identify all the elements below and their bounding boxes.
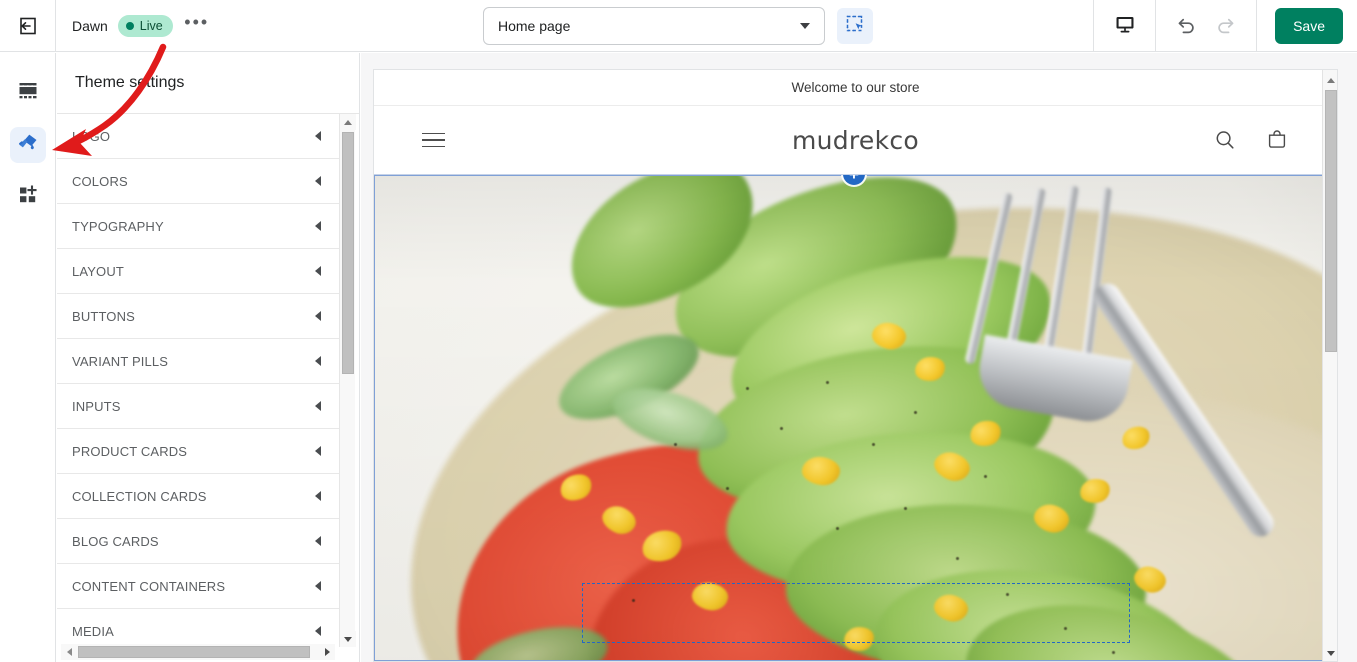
preview-scroll-up-icon[interactable] xyxy=(1323,72,1337,88)
setting-row-collection-cards[interactable]: COLLECTION CARDS xyxy=(57,474,339,519)
page-selector[interactable]: Home page xyxy=(483,7,825,45)
store-header: mudrekco xyxy=(374,106,1337,174)
chevron-left-icon xyxy=(315,581,321,591)
rail-item-theme-settings[interactable] xyxy=(9,127,46,163)
marquee-select-icon xyxy=(845,14,865,39)
chevron-left-icon xyxy=(315,401,321,411)
desktop-icon xyxy=(1114,13,1136,40)
setting-label: TYPOGRAPHY xyxy=(72,218,164,234)
status-dot-icon xyxy=(125,21,134,30)
chevron-left-icon xyxy=(315,311,321,321)
theme-info-group: Dawn Live ••• xyxy=(56,12,211,40)
settings-list: LOGO COLORS TYPOGRAPHY LAYOUT BUTTONS VARIANT… xyxy=(57,114,339,647)
chevron-left-icon xyxy=(315,626,321,636)
chevron-left-icon xyxy=(315,446,321,456)
setting-row-typography[interactable]: TYPOGRAPHY xyxy=(57,204,339,249)
setting-label: BUTTONS xyxy=(72,308,135,324)
marquee-select-tool-button[interactable] xyxy=(837,8,873,44)
sidebar-hscroll-thumb[interactable] xyxy=(78,646,310,658)
chevron-left-icon xyxy=(315,266,321,276)
save-button[interactable]: Save xyxy=(1275,8,1343,44)
theme-settings-sidebar: Theme settings LOGO COLORS TYPOGRAPHY LAYOU… xyxy=(57,53,360,662)
top-bar: Dawn Live ••• Home page Save xyxy=(0,0,1357,52)
setting-row-media[interactable]: MEDIA xyxy=(57,609,339,647)
setting-label: LAYOUT xyxy=(72,263,124,279)
setting-label: VARIANT PILLS xyxy=(72,353,169,369)
status-label: Live xyxy=(139,18,163,33)
setting-label: COLLECTION CARDS xyxy=(72,488,207,504)
left-icon-rail xyxy=(0,53,56,662)
setting-row-content-containers[interactable]: CONTENT CONTAINERS xyxy=(57,564,339,609)
setting-row-logo[interactable]: LOGO xyxy=(57,114,339,159)
preview-area: Welcome to our store mudrekco + xyxy=(361,53,1357,662)
sections-icon xyxy=(16,79,40,108)
image-banner-section[interactable]: Image banner + xyxy=(374,174,1337,661)
setting-label: MEDIA xyxy=(72,623,114,639)
banner-content-block-outline[interactable] xyxy=(582,583,1130,643)
storefront-preview: Welcome to our store mudrekco + xyxy=(373,69,1338,662)
redo-button[interactable] xyxy=(1214,14,1238,38)
chevron-left-icon xyxy=(315,536,321,546)
chevron-left-icon xyxy=(315,491,321,501)
theme-editor-app: Dawn Live ••• Home page Save Theme setti… xyxy=(0,0,1357,662)
store-header-icons xyxy=(1213,128,1289,152)
preview-scroll-thumb[interactable] xyxy=(1325,90,1337,352)
chevron-left-icon xyxy=(315,221,321,231)
setting-row-blog-cards[interactable]: BLOG CARDS xyxy=(57,519,339,564)
scroll-up-arrow-icon[interactable] xyxy=(340,114,356,130)
setting-label: BLOG CARDS xyxy=(72,533,159,549)
setting-row-inputs[interactable]: INPUTS xyxy=(57,384,339,429)
chevron-left-icon xyxy=(315,176,321,186)
setting-row-product-cards[interactable]: PRODUCT CARDS xyxy=(57,429,339,474)
page-selector-group: Home page xyxy=(483,7,873,45)
theme-settings-paint-icon xyxy=(16,131,40,160)
top-bar-actions: Save xyxy=(1093,0,1357,52)
history-controls xyxy=(1155,0,1258,52)
scroll-down-arrow-icon[interactable] xyxy=(340,631,356,647)
preview-scroll-down-icon[interactable] xyxy=(1323,645,1337,661)
sidebar-horizontal-scrollbar[interactable] xyxy=(61,644,335,660)
setting-label: CONTENT CONTAINERS xyxy=(72,578,226,594)
sidebar-scroll-thumb[interactable] xyxy=(342,132,354,374)
setting-row-colors[interactable]: COLORS xyxy=(57,159,339,204)
setting-label: PRODUCT CARDS xyxy=(72,443,188,459)
undo-button[interactable] xyxy=(1174,14,1198,38)
chevron-left-icon xyxy=(315,131,321,141)
shopping-bag-icon[interactable] xyxy=(1265,128,1289,152)
setting-label: COLORS xyxy=(72,173,128,189)
chevron-down-icon xyxy=(800,23,810,29)
exit-editor-button[interactable] xyxy=(0,0,56,52)
exit-arrow-icon xyxy=(17,15,39,37)
redo-icon xyxy=(1218,18,1234,34)
hamburger-menu-icon[interactable] xyxy=(422,132,445,148)
setting-label: LOGO xyxy=(72,128,111,144)
rail-item-apps[interactable] xyxy=(10,179,46,215)
search-icon[interactable] xyxy=(1213,128,1237,152)
theme-name: Dawn xyxy=(72,17,108,34)
setting-row-variant-pills[interactable]: VARIANT PILLS xyxy=(57,339,339,384)
setting-row-layout[interactable]: LAYOUT xyxy=(57,249,339,294)
more-actions-button[interactable]: ••• xyxy=(183,12,211,40)
scroll-left-arrow-icon[interactable] xyxy=(61,644,77,660)
page-selector-value: Home page xyxy=(498,18,571,34)
setting-row-buttons[interactable]: BUTTONS xyxy=(57,294,339,339)
preview-scrollbar[interactable] xyxy=(1322,70,1337,661)
sidebar-vertical-scrollbar[interactable] xyxy=(339,114,356,647)
chevron-left-icon xyxy=(315,356,321,366)
store-name: mudrekco xyxy=(791,125,920,155)
page-title: Theme settings xyxy=(57,53,359,114)
apps-add-icon xyxy=(16,183,40,212)
setting-label: INPUTS xyxy=(72,398,121,414)
announcement-bar: Welcome to our store xyxy=(374,70,1337,106)
undo-icon xyxy=(1178,18,1194,34)
status-badge: Live xyxy=(117,14,173,37)
scroll-right-arrow-icon[interactable] xyxy=(319,644,335,660)
rail-item-sections[interactable] xyxy=(10,75,46,111)
device-preview-button[interactable] xyxy=(1093,0,1155,52)
